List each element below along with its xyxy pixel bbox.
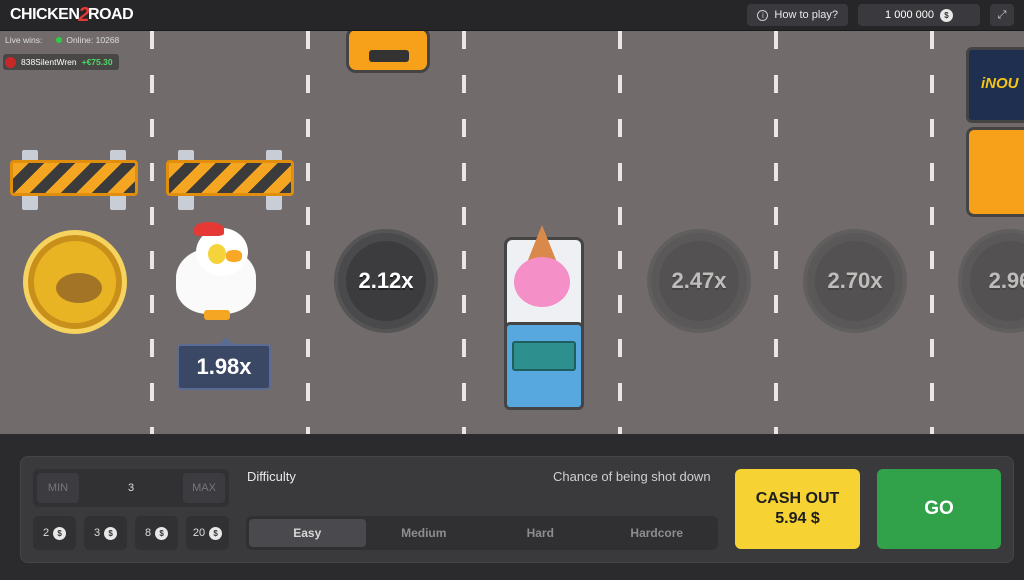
manhole-multiplier: 2.96: [988, 268, 1024, 293]
quick-bet-chips: 2 $ 3 $ 8 $ 20 $: [33, 516, 229, 550]
chance-label: Chance of being shot down: [553, 469, 711, 484]
manhole-step[interactable]: 2.96: [958, 229, 1024, 333]
online-dot-icon: [56, 37, 63, 43]
logo-text-right: ROAD: [88, 6, 134, 23]
bet-value[interactable]: 3: [128, 482, 134, 494]
online-indicator: Online: 10268: [56, 35, 119, 45]
yellow-car: [346, 31, 430, 73]
road-barrier: [10, 150, 138, 210]
recent-winner: 838SilentWren +€75.30: [3, 54, 119, 70]
truck-windshield: [512, 341, 576, 371]
manhole-step[interactable]: 2.12x: [334, 229, 438, 333]
max-label: MAX: [192, 482, 216, 494]
chicken-feet: [204, 310, 230, 320]
lane-divider: [930, 31, 934, 434]
chip-2-button[interactable]: 2 $: [33, 516, 76, 550]
online-label: Online:: [66, 35, 94, 45]
lane-divider: [462, 31, 466, 434]
fullscreen-icon[interactable]: ⤢: [990, 4, 1014, 26]
truck-cab: [966, 127, 1024, 217]
barrier-stripe: [166, 160, 294, 196]
dollar-coin-icon: $: [939, 8, 953, 22]
chip-value: 20: [192, 527, 206, 539]
chip-value: 8: [144, 527, 152, 539]
chicken-eye: [208, 244, 226, 264]
chip-value: 2: [42, 527, 50, 539]
chip-value: 3: [93, 527, 101, 539]
truck-logo: iNOU: [981, 75, 1019, 92]
barrier-stripe: [10, 160, 138, 196]
live-wins-label: Live wins:: [5, 35, 43, 45]
lane-divider: [150, 31, 154, 434]
chicken-beak: [226, 250, 242, 262]
difficulty-hard[interactable]: Hard: [482, 519, 599, 547]
chip-3-button[interactable]: 3 $: [84, 516, 127, 550]
dollar-coin-icon: $: [209, 526, 223, 540]
cash-out-button[interactable]: CASH OUT 5.94 $: [735, 469, 860, 549]
dollar-coin-icon: $: [104, 526, 118, 540]
go-label: GO: [924, 498, 954, 519]
min-bet-button[interactable]: MIN: [37, 473, 79, 503]
manhole-step[interactable]: 2.70x: [803, 229, 907, 333]
manhole-multiplier: 2.47x: [671, 268, 727, 293]
live-wins-bar: Live wins: Online: 10268: [5, 35, 119, 45]
chip-8-button[interactable]: 8 $: [135, 516, 178, 550]
dollar-coin-icon: $: [155, 526, 169, 540]
manhole-multiplier: 2.70x: [827, 268, 883, 293]
chip-20-button[interactable]: 20 $: [186, 516, 229, 550]
difficulty-easy[interactable]: Easy: [249, 519, 366, 547]
ice-cream-truck: [498, 225, 590, 410]
difficulty-hardcore[interactable]: Hardcore: [599, 519, 716, 547]
current-multiplier-value: 1.98x: [196, 354, 252, 379]
manhole-multiplier: 2.12x: [358, 268, 414, 293]
lane-divider: [618, 31, 622, 434]
balance-value: 1 000 000: [885, 9, 934, 21]
min-label: MIN: [47, 482, 69, 494]
delivery-truck: iNOU: [966, 47, 1024, 222]
top-bar: CHICKEN 2 ROAD i How to play? 1 000 000 …: [0, 0, 1024, 31]
current-multiplier-badge: 1.98x: [177, 337, 271, 390]
lane-divider: [774, 31, 778, 434]
how-to-play-label: How to play?: [774, 9, 838, 21]
logo: CHICKEN 2 ROAD: [10, 4, 134, 27]
balance-display: 1 000 000 $: [858, 4, 980, 26]
truck-cargo-box: iNOU: [966, 47, 1024, 123]
how-to-play-button[interactable]: i How to play?: [747, 4, 848, 26]
cash-out-label: CASH OUT: [755, 490, 840, 507]
game-board: Live wins: Online: 10268 838SilentWren +…: [0, 31, 1024, 434]
go-button[interactable]: GO: [877, 469, 1001, 549]
manhole-step[interactable]: 2.47x: [647, 229, 751, 333]
avatar: [5, 56, 16, 68]
ice-cream-scoop: [514, 257, 570, 307]
winner-name: 838SilentWren: [21, 57, 77, 67]
bet-amount-input[interactable]: MIN 3 MAX: [33, 469, 229, 507]
chicken-comb: [194, 222, 224, 236]
difficulty-medium[interactable]: Medium: [366, 519, 483, 547]
dollar-coin-icon: $: [53, 526, 67, 540]
truck-windshield: [969, 130, 1019, 160]
car-grill: [369, 50, 409, 62]
max-bet-button[interactable]: MAX: [183, 473, 225, 503]
chicken-player: [172, 222, 260, 322]
difficulty-label: Difficulty: [247, 469, 296, 484]
winner-amount: +€75.30: [81, 57, 113, 67]
online-count: 10268: [95, 35, 120, 45]
roast-chicken-coin-icon: [23, 230, 127, 334]
logo-text-left: CHICKEN: [10, 6, 80, 23]
lane-divider: [306, 31, 310, 434]
road-barrier: [166, 150, 294, 210]
difficulty-selector: Easy Medium Hard Hardcore: [246, 516, 718, 550]
roast-chicken-icon: [56, 273, 102, 303]
cash-out-amount: 5.94 $: [775, 510, 820, 527]
info-icon: i: [757, 9, 769, 21]
